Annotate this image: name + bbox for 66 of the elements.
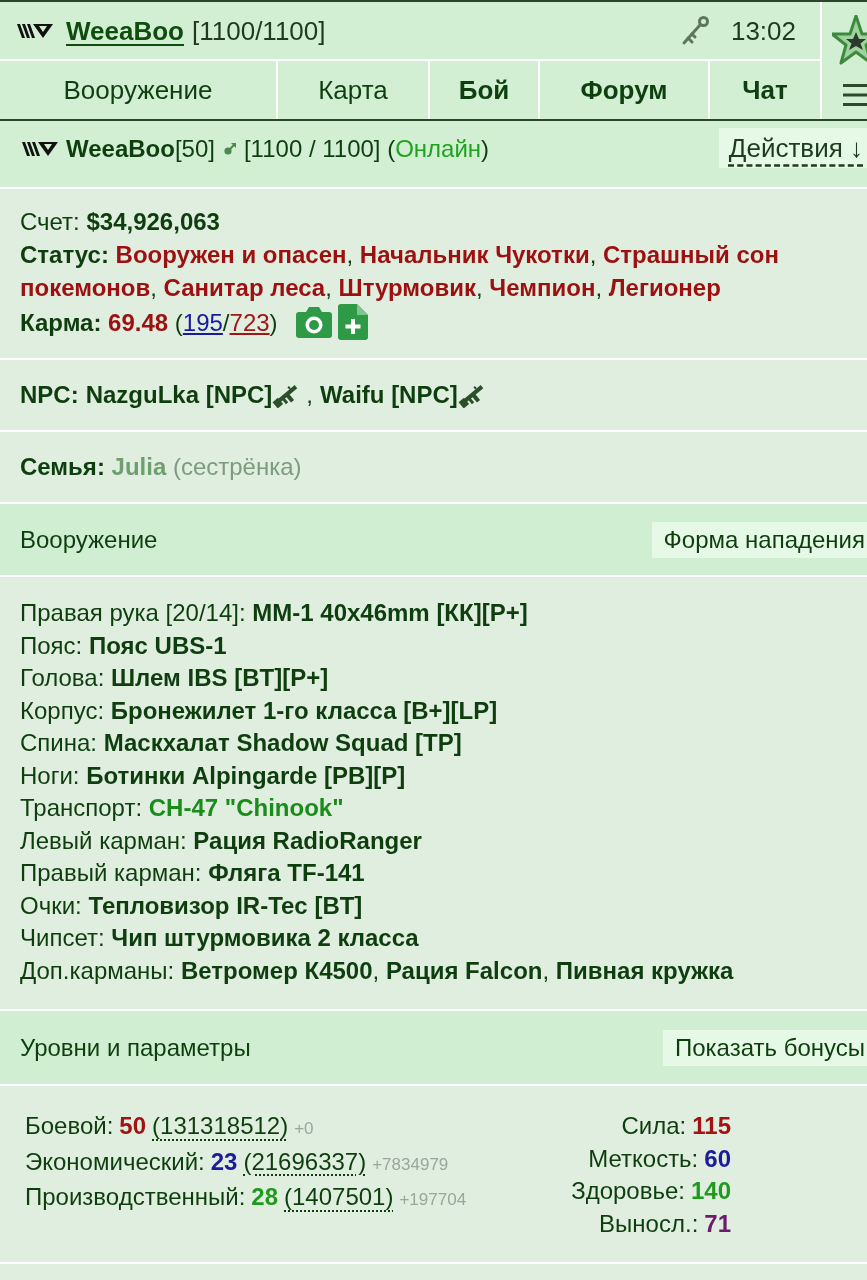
username-link[interactable]: WeeaBoo xyxy=(66,14,184,47)
attribute-value: 71 xyxy=(704,1208,731,1239)
equipment-line: Правый карман: Фляга TF-141 xyxy=(20,858,366,888)
attribute-name: Сила: xyxy=(621,1111,687,1141)
nav-tab[interactable]: Чат xyxy=(710,61,820,119)
section-title: Уровни и параметры xyxy=(20,1032,251,1063)
skill-name: Производственный: xyxy=(25,1182,246,1212)
rifle-icon xyxy=(457,382,486,408)
logo-icon xyxy=(22,141,58,157)
equipment-line: Чипсет: Чип штурмовика 2 класса xyxy=(20,923,420,953)
equipment-line: Ноги: Ботинки Alpingarde [PB][P] xyxy=(20,760,407,791)
bonus-text: +0 xyxy=(294,1118,314,1140)
show-bonuses-button[interactable]: Показать бонусы xyxy=(662,1029,867,1066)
equipment-line: Пояс: Пояс UBS-1 xyxy=(20,630,228,661)
equipment-line: Левый карман: Рация RadioRanger xyxy=(20,825,423,856)
health-status-text: [1100 / 1100] (Онлайн) xyxy=(243,134,490,164)
actions-button[interactable]: Действия ↓ xyxy=(718,128,867,168)
karma-text: Карма: 69.48 (195/723) xyxy=(20,307,278,338)
bonus-text: +7834979 xyxy=(372,1153,449,1176)
karma-link[interactable]: 195 xyxy=(182,308,223,336)
add-file-icon[interactable] xyxy=(337,304,368,340)
camera-icon[interactable] xyxy=(295,306,332,338)
equipment-line: Голова: Шлем IBS [BT][P+] xyxy=(20,663,330,693)
attack-form-button[interactable]: Форма нападения xyxy=(651,521,867,558)
skill-name: Экономический: xyxy=(25,1146,205,1177)
separator-text: , xyxy=(306,380,314,410)
account-text: Счет: $34,926,063 xyxy=(20,207,221,237)
nav-tab[interactable]: Вооружение xyxy=(0,61,278,119)
star-icon[interactable] xyxy=(832,15,867,65)
section-title: Вооружение xyxy=(20,524,158,555)
status-text: Статус: Вооружен и опасен, Начальник Чукотки, Страшный сон покемонов, Санитар леса, Штурмовик, Чемпион, Легионер xyxy=(20,240,780,303)
attribute-name: Выносл.: xyxy=(599,1208,699,1239)
family-text: Семья: Julia (сестрёнка) xyxy=(20,452,302,482)
attribute-value: 60 xyxy=(704,1143,731,1174)
attribute-value: 140 xyxy=(690,1176,731,1206)
experience-value[interactable]: (1407501) xyxy=(284,1181,394,1214)
nav-tab[interactable]: Форум xyxy=(540,61,710,119)
npc-name: NazguLka [NPC] xyxy=(85,380,273,410)
key-icon[interactable] xyxy=(680,15,709,46)
bonus-text: +197704 xyxy=(399,1189,467,1211)
logo-icon xyxy=(17,22,53,39)
npc-label: NPC: xyxy=(20,380,79,410)
attribute-name: Меткость: xyxy=(588,1143,699,1174)
equipment-line: Правая рука [20/14]: ММ-1 40x46mm [КК][P+] xyxy=(20,598,529,628)
health-text: [1100/1100] xyxy=(192,14,326,47)
npc-name: Waifu [NPC] xyxy=(320,380,458,410)
nav-tab[interactable]: Бой xyxy=(430,61,540,119)
skill-level: 23 xyxy=(210,1146,238,1177)
equipment-line: Транспорт: CH-47 "Chinook" xyxy=(20,793,345,823)
skill-level: 28 xyxy=(251,1182,278,1212)
skill-level: 50 xyxy=(119,1111,147,1141)
clock-text: 13:02 xyxy=(730,14,796,47)
experience-value[interactable]: (131318512) xyxy=(152,1110,289,1143)
menu-icon[interactable] xyxy=(843,84,867,106)
karma-link[interactable]: 723 xyxy=(229,308,270,336)
skill-name: Боевой: xyxy=(25,1111,114,1141)
nav-tab[interactable]: Карта xyxy=(278,61,430,119)
equipment-line: Спина: Маскхалат Shadow Squad [TP] xyxy=(20,728,463,758)
equipment-line: Доп.карманы: Ветромер К4500, Рация Falcon, Пивная кружка xyxy=(20,955,735,986)
attribute-value: 115 xyxy=(692,1111,731,1141)
equipment-line: Корпус: Бронежилет 1-го класса [B+][LP] xyxy=(20,695,499,726)
attribute-name: Здоровье: xyxy=(571,1176,685,1206)
male-sign-icon xyxy=(223,143,236,155)
equipment-line: Очки: Тепловизор IR-Tec [BT] xyxy=(20,890,364,921)
experience-value[interactable]: (21696337) xyxy=(243,1145,367,1178)
profile-name-text: WeeaBoo[50] xyxy=(66,134,215,164)
